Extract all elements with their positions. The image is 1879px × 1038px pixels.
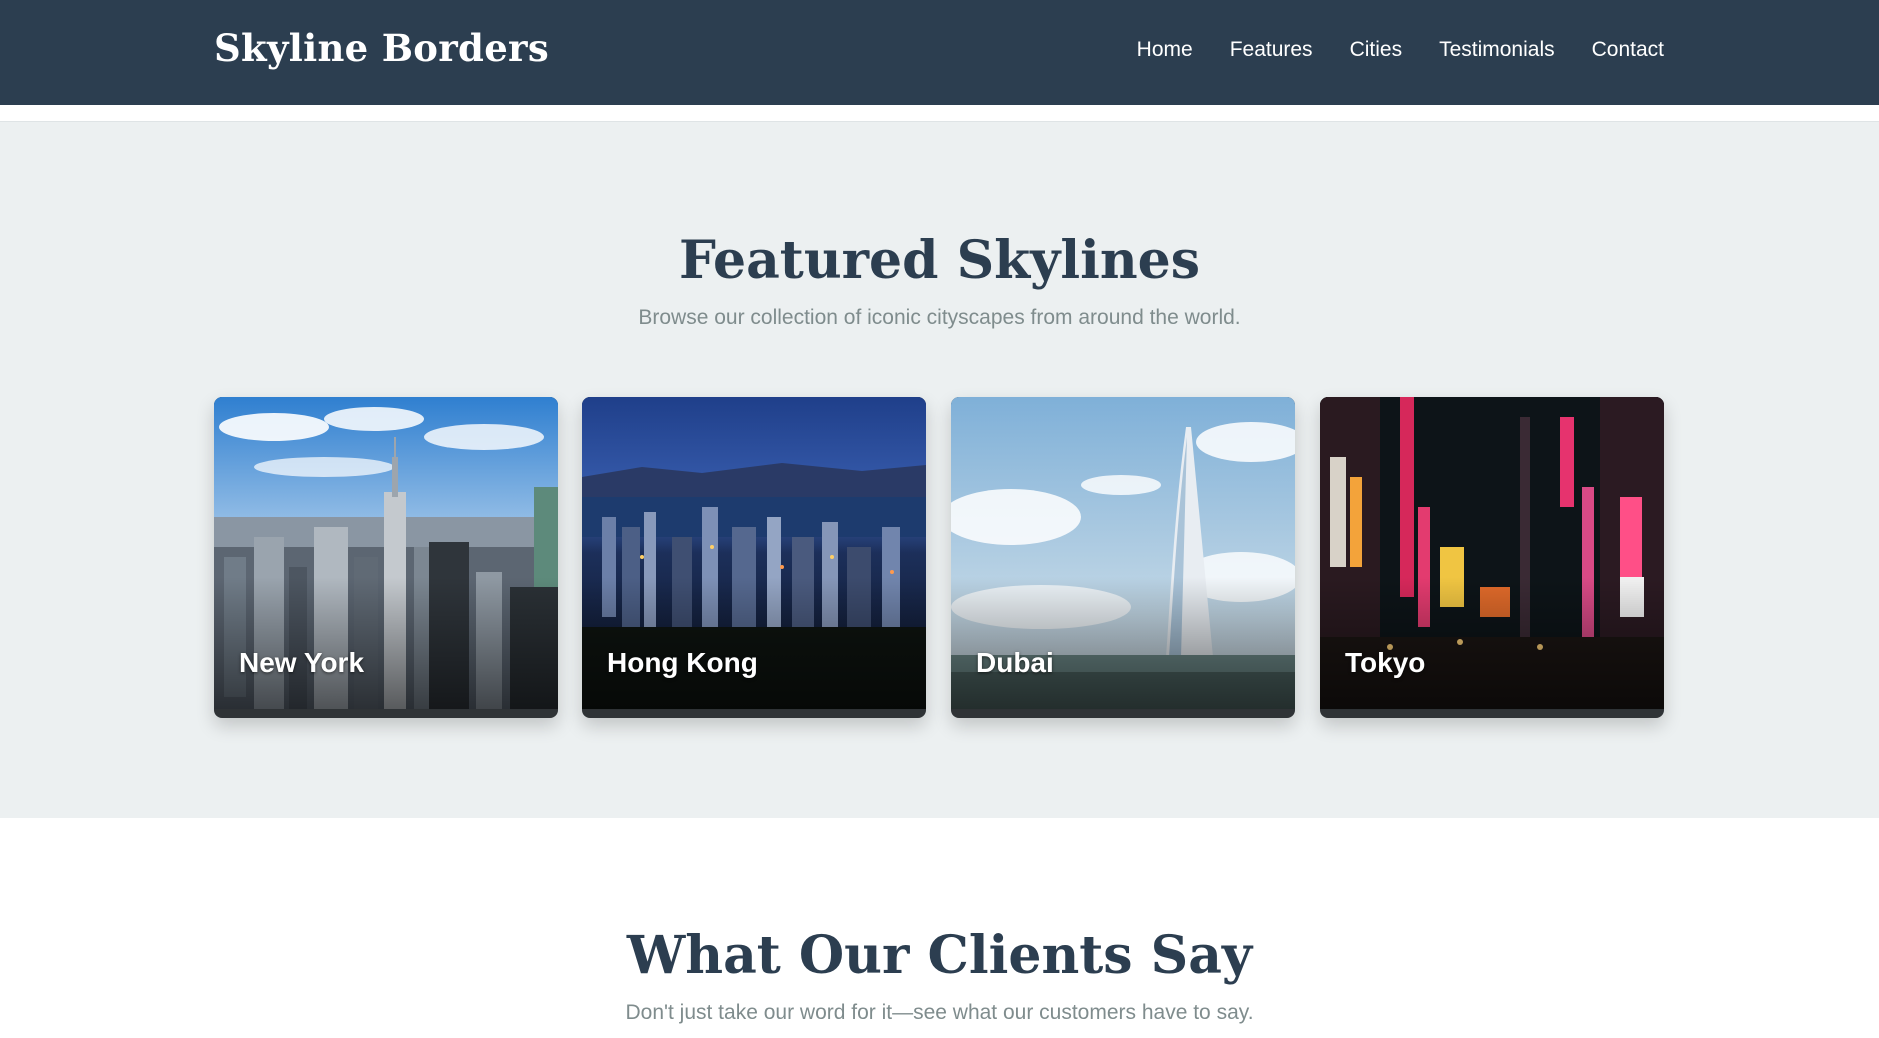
featured-subtitle: Browse our collection of iconic cityscap… [638,306,1241,329]
featured-title: Featured Skylines [678,230,1201,291]
top-navbar: Skyline Borders Home Features Cities Tes… [0,0,1879,105]
nav-links: Home Features Cities Testimonials Contac… [1137,38,1664,62]
testimonials-title: What Our Clients Say [626,925,1253,986]
brand-logo[interactable]: Skyline Borders [214,26,549,70]
nav-link-home[interactable]: Home [1137,38,1193,62]
card-gradient-overlay [582,577,926,709]
nav-link-contact[interactable]: Contact [1592,38,1664,62]
city-name-dubai: Dubai [976,647,1054,678]
card-gradient-overlay [1320,577,1664,709]
city-name-tokyo: Tokyo [1345,647,1426,678]
nav-link-cities[interactable]: Cities [1350,38,1403,62]
city-card-dubai[interactable]: Dubai [951,397,1295,718]
city-card-hong-kong[interactable]: Hong Kong [582,397,926,718]
testimonials-subtitle: Don't just take our word for it—see what… [625,1001,1254,1024]
nav-link-testimonials[interactable]: Testimonials [1439,38,1555,62]
navbar-divider [0,105,1879,122]
city-card-new-york[interactable]: New York [214,397,558,718]
card-gradient-overlay [951,577,1295,709]
city-name-new-york: New York [239,647,365,678]
city-name-hong-kong: Hong Kong [607,647,758,678]
city-cards: New York Hong Kong Dubai Tokyo [214,397,1665,720]
featured-skylines-section: Featured Skylines Browse our collection … [0,122,1879,818]
nav-link-features[interactable]: Features [1230,38,1313,62]
city-card-tokyo[interactable]: Tokyo [1320,397,1664,718]
card-gradient-overlay [214,577,558,709]
